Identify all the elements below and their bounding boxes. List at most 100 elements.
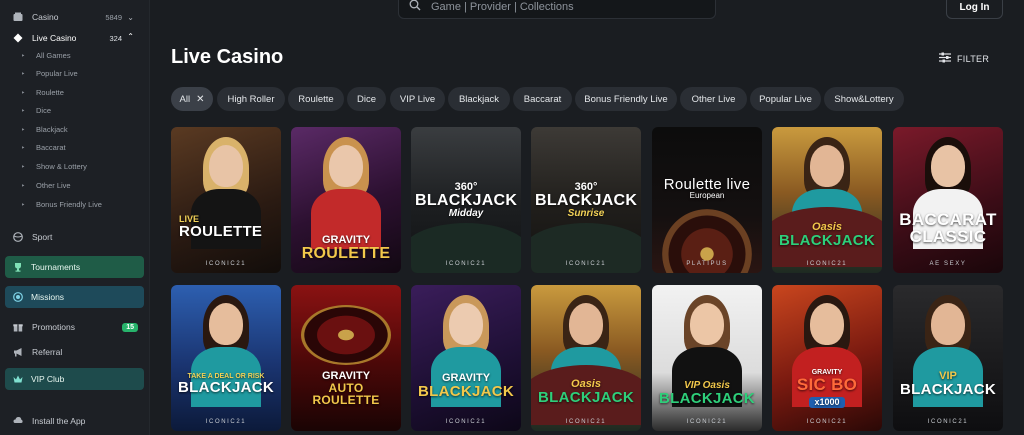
sidebar-item-label: VIP Club bbox=[31, 374, 65, 384]
sidebar-subitem-label: Roulette bbox=[36, 88, 64, 97]
sidebar-item-label: Sport bbox=[32, 232, 53, 242]
chip-blackjack[interactable]: Blackjack bbox=[448, 87, 510, 111]
game-provider: ICONIC21 bbox=[565, 261, 607, 267]
sidebar-item-vip-club[interactable]: VIP Club bbox=[5, 368, 144, 390]
game-card[interactable]: GRAVITY SIC BO x1000 ICONIC21 bbox=[772, 285, 882, 431]
dealer-face bbox=[810, 303, 844, 345]
sidebar-item-label: Casino bbox=[32, 12, 59, 22]
sidebar-item-live-casino[interactable]: Live Casino 324 ⌃ bbox=[0, 31, 150, 45]
search-placeholder: Game | Provider | Collections bbox=[431, 0, 574, 13]
sidebar-item-tournaments[interactable]: Tournaments bbox=[5, 256, 144, 278]
game-title: LIVE ROULETTE bbox=[179, 214, 263, 240]
chip-roulette[interactable]: Roulette bbox=[288, 87, 344, 111]
chip-baccarat[interactable]: Baccarat bbox=[513, 87, 572, 111]
sidebar-item-label: Tournaments bbox=[31, 262, 81, 272]
chip-dice[interactable]: Dice bbox=[347, 87, 386, 111]
filter-button[interactable]: FILTER bbox=[939, 52, 989, 65]
game-card[interactable]: Oasis BLACKJACK ICONIC21 bbox=[772, 127, 882, 273]
chip-label: All bbox=[179, 93, 191, 105]
sidebar-item-label: Promotions bbox=[32, 322, 75, 332]
chip-other-live[interactable]: Other Live bbox=[680, 87, 747, 111]
game-title: GRAVITY ROULETTE bbox=[301, 234, 391, 262]
sidebar-subitem[interactable]: ‣ Baccarat bbox=[21, 143, 66, 152]
roulette-wheel bbox=[301, 305, 391, 365]
sidebar-item-casino[interactable]: Casino 5849 ⌄ bbox=[0, 10, 150, 24]
sidebar-item-install-app[interactable]: Install the App bbox=[0, 414, 150, 428]
chip-all[interactable]: All ✕ bbox=[171, 87, 213, 111]
sidebar-subitem-label: Popular Live bbox=[36, 69, 78, 78]
game-title: BACCARAT CLASSIC bbox=[899, 210, 997, 246]
search-input[interactable]: Game | Provider | Collections bbox=[398, 0, 716, 19]
sidebar-item-sport[interactable]: Sport bbox=[0, 230, 150, 244]
game-title: TAKE A DEAL OR RISK BLACKJACK bbox=[177, 373, 275, 396]
game-card[interactable]: BACCARAT CLASSIC AE SEXY bbox=[893, 127, 1003, 273]
game-provider: AE SEXY bbox=[929, 261, 967, 267]
game-title: 360° BLACKJACK Midday bbox=[415, 181, 518, 219]
megaphone-icon bbox=[13, 347, 23, 357]
crown-icon bbox=[13, 374, 23, 384]
sidebar-subitem-label: Other Live bbox=[36, 181, 71, 190]
sidebar-subitem[interactable]: ‣ Other Live bbox=[21, 181, 71, 190]
game-card[interactable]: GRAVITY AUTO ROULETTE bbox=[291, 285, 401, 431]
game-card[interactable]: TAKE A DEAL OR RISK BLACKJACK ICONIC21 bbox=[171, 285, 281, 431]
search-icon bbox=[409, 0, 421, 14]
casino-icon bbox=[13, 12, 23, 22]
game-card[interactable]: Oasis BLACKJACK ICONIC21 bbox=[531, 285, 641, 431]
chip-vip-live[interactable]: VIP Live bbox=[390, 87, 445, 111]
game-card[interactable]: GRAVITY ROULETTE bbox=[291, 127, 401, 273]
chip-label: Bonus Friendly Live bbox=[584, 93, 668, 105]
bullet-icon: ‣ bbox=[21, 107, 26, 115]
chip-show-lottery[interactable]: Show&Lottery bbox=[824, 87, 904, 111]
sidebar-subitem[interactable]: ‣ Blackjack bbox=[21, 125, 68, 134]
chevron-down-icon[interactable]: ⌄ bbox=[127, 13, 134, 22]
chip-bonus-friendly-live[interactable]: Bonus Friendly Live bbox=[575, 87, 677, 111]
dealer-face bbox=[209, 145, 243, 187]
bullet-icon: ‣ bbox=[21, 201, 26, 209]
bullet-icon: ‣ bbox=[21, 70, 26, 78]
bullet-icon: ‣ bbox=[21, 126, 26, 134]
game-provider: ICONIC21 bbox=[205, 261, 247, 267]
bullet-icon: ‣ bbox=[21, 163, 26, 171]
sidebar-item-missions[interactable]: Missions bbox=[5, 286, 144, 308]
dealer-face bbox=[690, 303, 724, 345]
sidebar-item-promotions[interactable]: Promotions 15 bbox=[0, 320, 150, 334]
game-card[interactable]: VIP Oasis BLACKJACK ICONIC21 bbox=[652, 285, 762, 431]
dealer-face bbox=[931, 303, 965, 345]
sidebar-subitem[interactable]: ‣ Roulette bbox=[21, 88, 64, 97]
bullet-icon: ‣ bbox=[21, 89, 26, 97]
chip-popular-live[interactable]: Popular Live bbox=[750, 87, 821, 111]
game-card[interactable]: VIP BLACKJACK ICONIC21 bbox=[893, 285, 1003, 431]
game-card[interactable]: 360° BLACKJACK Midday ICONIC21 bbox=[411, 127, 521, 273]
trophy-icon bbox=[13, 262, 23, 272]
sidebar-subitem-label: Baccarat bbox=[36, 143, 66, 152]
sidebar-item-referral[interactable]: Referral bbox=[0, 345, 150, 359]
game-card[interactable]: LIVE ROULETTE ICONIC21 bbox=[171, 127, 281, 273]
sidebar-subitem[interactable]: ‣ Bonus Friendly Live bbox=[21, 200, 102, 209]
dealer-face bbox=[449, 303, 483, 345]
sidebar-subitem[interactable]: ‣ Popular Live bbox=[21, 69, 78, 78]
chip-label: Show&Lottery bbox=[834, 93, 894, 105]
chip-high-roller[interactable]: High Roller bbox=[217, 87, 285, 111]
sidebar-subitem-label: All Games bbox=[36, 51, 71, 60]
sidebar-subitem[interactable]: ‣ Show & Lottery bbox=[21, 162, 87, 171]
gift-icon bbox=[13, 322, 23, 332]
game-card[interactable]: GRAVITY BLACKJACK ICONIC21 bbox=[411, 285, 521, 431]
chevron-up-icon[interactable]: ⌃ bbox=[127, 32, 134, 41]
page-title: Live Casino bbox=[171, 46, 284, 68]
game-card[interactable]: 360° BLACKJACK Sunrise ICONIC21 bbox=[531, 127, 641, 273]
game-card[interactable]: Roulette live European PLATIPUS bbox=[652, 127, 762, 273]
game-title: VIP BLACKJACK bbox=[899, 370, 997, 398]
game-provider: ICONIC21 bbox=[806, 261, 848, 267]
chip-label: Blackjack bbox=[458, 93, 500, 105]
casino-count: 5849 bbox=[105, 12, 122, 22]
game-provider: ICONIC21 bbox=[686, 419, 728, 425]
sidebar-subitem[interactable]: ‣ Dice bbox=[21, 106, 51, 115]
dealer-face bbox=[810, 145, 844, 187]
sidebar: Casino 5849 ⌄ Live Casino 324 ⌃ ‣ All Gam… bbox=[0, 0, 150, 435]
chip-label: Roulette bbox=[298, 93, 334, 105]
close-icon[interactable]: ✕ bbox=[196, 94, 204, 105]
dealer-face bbox=[931, 145, 965, 187]
cloud-download-icon bbox=[13, 416, 23, 426]
sidebar-subitem[interactable]: ‣ All Games bbox=[21, 51, 71, 60]
login-button[interactable]: Log In bbox=[946, 0, 1003, 19]
